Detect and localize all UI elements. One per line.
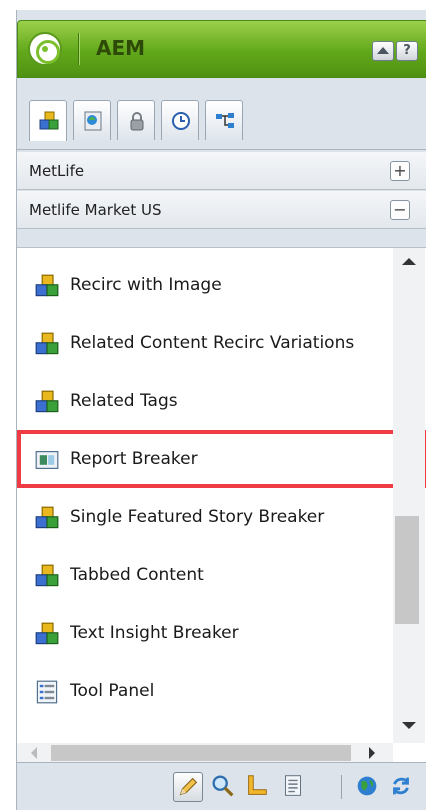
list-item-label: Single Featured Story Breaker: [70, 507, 325, 527]
list-item-label: Text Insight Breaker: [70, 623, 239, 643]
component-list: Recirc with Image Related Content Recirc…: [17, 247, 426, 763]
website-button[interactable]: [353, 772, 383, 802]
tab-components[interactable]: [29, 100, 67, 141]
list-item[interactable]: Recirc with Image: [17, 256, 390, 314]
component-icon: [35, 506, 59, 529]
group-label: Metlife Market US: [29, 201, 162, 219]
list-item[interactable]: Text Insight Breaker: [17, 604, 390, 662]
tab-workflow[interactable]: [205, 100, 243, 140]
header-title: AEM: [96, 36, 146, 60]
component-icon: [35, 274, 59, 297]
components-icon: [39, 111, 59, 130]
component-icon: [35, 622, 59, 645]
scroll-up-icon[interactable]: [402, 258, 416, 265]
list-item[interactable]: Related Content Recirc Variations: [17, 314, 390, 372]
horizontal-scrollbar[interactable]: [17, 743, 393, 763]
design-ruler-icon: [248, 775, 267, 795]
sidekick-toolbar: [17, 762, 426, 810]
lock-icon: [130, 112, 144, 131]
edit-mode-button[interactable]: [173, 772, 203, 802]
list-item-label: Related Content Recirc Variations: [70, 333, 355, 353]
preview-magnifier-icon: [212, 775, 234, 797]
scrollbar-thumb[interactable]: [51, 745, 351, 761]
list-item[interactable]: Tabbed Content: [17, 546, 390, 604]
list-item[interactable]: Related Tags: [17, 372, 390, 430]
vertical-scrollbar[interactable]: [393, 248, 425, 743]
group-metlife[interactable]: MetLife +: [17, 152, 426, 190]
tab-versioning[interactable]: [161, 100, 199, 140]
component-icon: [35, 390, 59, 413]
header-divider: [78, 33, 79, 65]
refresh-button[interactable]: [387, 772, 417, 802]
sidekick-header: AEM ?: [17, 20, 426, 78]
component-icon: [35, 332, 59, 355]
collapse-icon: [377, 47, 389, 54]
expand-button[interactable]: +: [390, 161, 410, 181]
list-icon: [36, 680, 58, 704]
scrollbar-thumb[interactable]: [395, 516, 419, 624]
page-icon: [84, 111, 102, 131]
scroll-left-icon[interactable]: [31, 747, 37, 759]
scroll-down-icon[interactable]: [402, 722, 416, 729]
list-item-label: Recirc with Image: [70, 275, 222, 295]
component-icon: [35, 564, 59, 587]
list-item-label: Tabbed Content: [70, 565, 204, 585]
refresh-icon: [393, 777, 409, 795]
group-label: MetLife: [29, 162, 85, 180]
website-globe-icon: [357, 776, 377, 796]
aem-logo-icon: [28, 32, 62, 66]
page-properties-button[interactable]: [279, 772, 309, 802]
group-metlife-market-us[interactable]: Metlife Market US −: [17, 191, 426, 229]
collapse-group-button[interactable]: −: [390, 200, 410, 220]
design-mode-button[interactable]: [243, 772, 273, 802]
workflow-icon: [216, 113, 234, 128]
highlight-box: [17, 430, 426, 488]
help-button[interactable]: ?: [396, 41, 418, 61]
tab-page[interactable]: [73, 100, 111, 140]
collapse-button[interactable]: [372, 41, 394, 61]
page-properties-icon: [285, 775, 301, 796]
list-item[interactable]: Single Featured Story Breaker: [17, 488, 390, 546]
edit-pencil-icon: [179, 777, 198, 796]
list-item-label: Tool Panel: [70, 681, 155, 701]
scroll-right-icon[interactable]: [369, 747, 375, 759]
toolbar-divider: [341, 775, 342, 799]
tab-lock[interactable]: [117, 100, 155, 140]
sidekick-tabs: [17, 90, 426, 150]
preview-mode-button[interactable]: [209, 772, 239, 802]
sidekick-panel: AEM ? MetLife + Metlife Market US − Reci…: [16, 10, 426, 810]
list-item-label: Related Tags: [70, 391, 178, 411]
clock-icon: [172, 112, 190, 130]
list-item[interactable]: Tool Panel: [17, 662, 390, 720]
